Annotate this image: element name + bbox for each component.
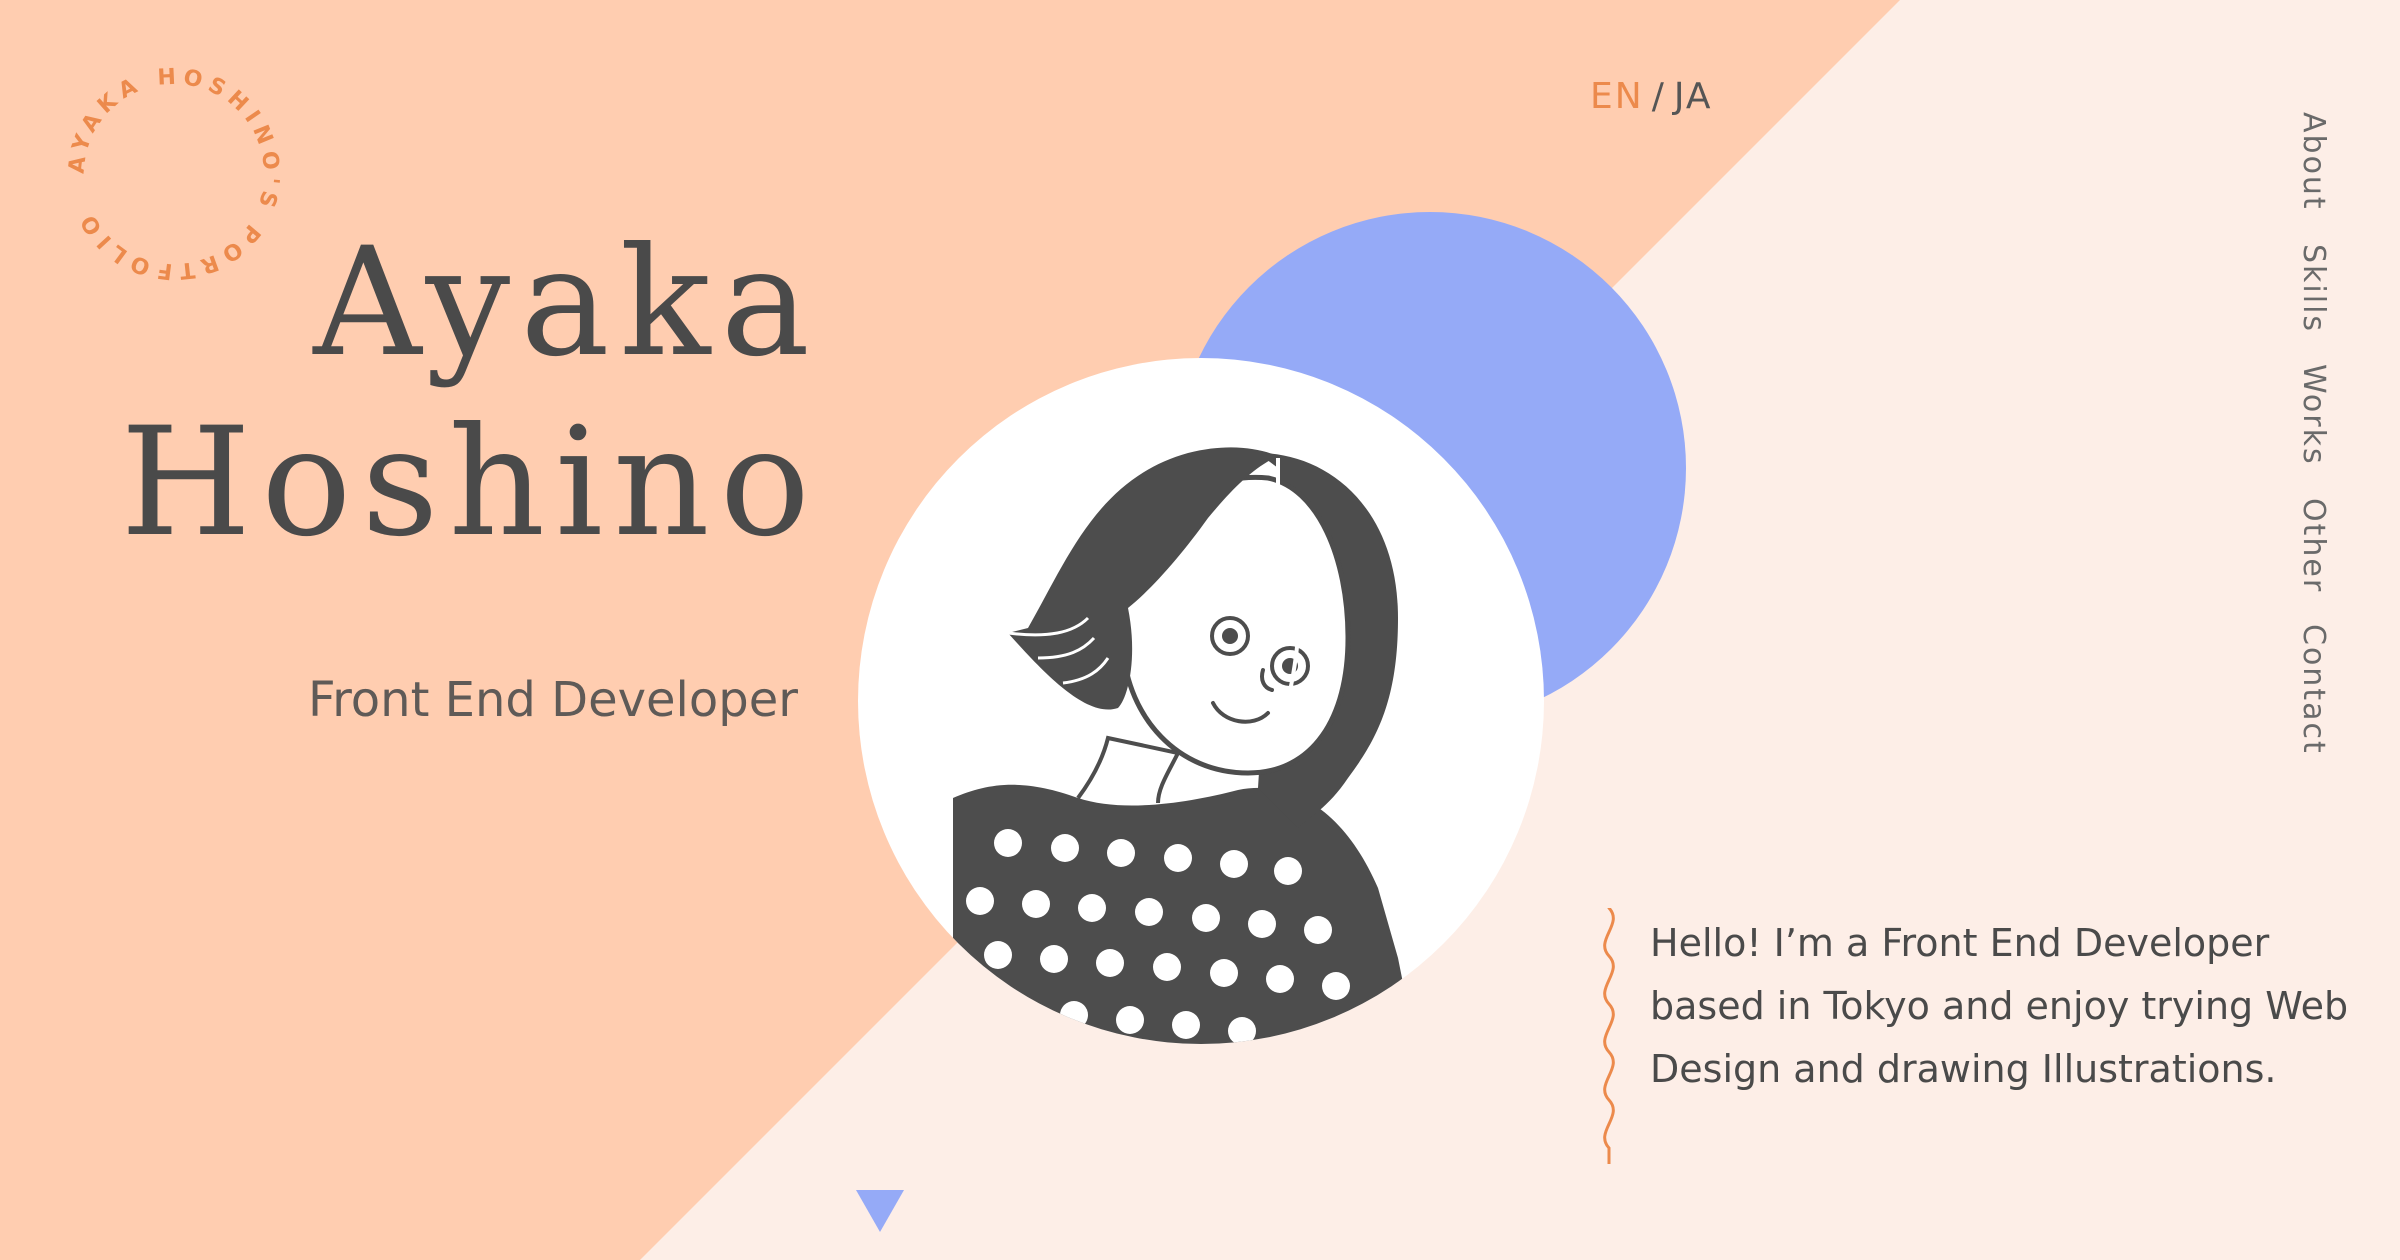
svg-text:AYAKA HOSHINO'S PORTFOLIO: AYAKA HOSHINO'S PORTFOLIO	[65, 65, 284, 284]
nav-item-about[interactable]: About	[2296, 112, 2331, 211]
hero-role: Front End Developer	[307, 672, 798, 728]
nav-item-contact[interactable]: Contact	[2296, 624, 2331, 755]
nav-item-other[interactable]: Other	[2296, 498, 2331, 593]
lang-ja-link[interactable]: JA	[1674, 76, 1713, 117]
avatar-svg	[948, 447, 1416, 1044]
avatar-illustration	[858, 358, 1544, 1044]
nav-item-works[interactable]: Works	[2296, 364, 2331, 466]
hero-first-name: Ayaka	[313, 216, 820, 390]
lang-en-link[interactable]: EN	[1590, 76, 1644, 117]
portfolio-seal-logo: AYAKA HOSHINO'S PORTFOLIO	[65, 65, 284, 284]
nav-item-skills[interactable]: Skills	[2296, 244, 2331, 333]
intro-text: Hello! I’m a Front End Developer based i…	[1650, 921, 2349, 1091]
language-switcher: EN / JA	[1590, 76, 1712, 117]
squiggle-icon	[1603, 908, 1615, 1164]
hero-last-name: Hoshino	[120, 396, 820, 570]
lang-separator: /	[1651, 76, 1666, 117]
triangle-down-icon[interactable]	[856, 1190, 904, 1232]
hero-section: AYAKA HOSHINO'S PORTFOLIO Ayaka Hoshino …	[0, 0, 2400, 1260]
